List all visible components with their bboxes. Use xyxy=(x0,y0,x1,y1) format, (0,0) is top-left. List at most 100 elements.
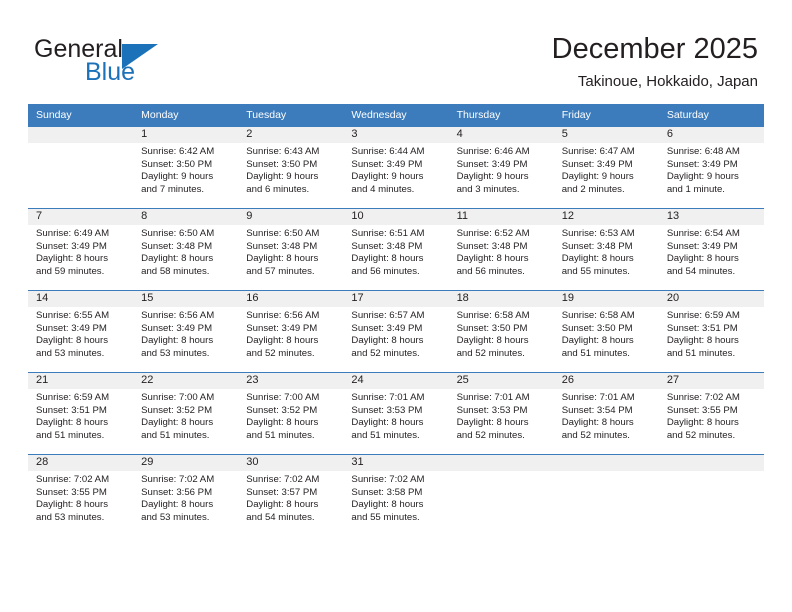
day-info-cell: Sunrise: 6:47 AM Sunset: 3:49 PM Daylight:… xyxy=(553,143,659,209)
daylight-text-line1: Daylight: 8 hours xyxy=(561,335,634,347)
day-number-cell[interactable]: 2 xyxy=(238,127,344,143)
day-number-cell[interactable]: 23 xyxy=(238,373,344,389)
day-number-cell[interactable]: 16 xyxy=(238,291,344,307)
sunrise-text: Sunrise: 6:49 AM xyxy=(36,228,110,239)
sunrise-text: Sunrise: 6:53 AM xyxy=(561,228,635,239)
day-number-cell[interactable]: 30 xyxy=(238,455,344,471)
sunset-text: Sunset: 3:50 PM xyxy=(456,322,528,334)
day-number-cell[interactable]: 26 xyxy=(553,373,659,389)
daylight-text-line2: and 52 minutes. xyxy=(456,429,525,441)
day-number-cell[interactable]: 27 xyxy=(658,373,764,389)
daylight-text-line1: Daylight: 8 hours xyxy=(351,499,424,511)
sunrise-text: Sunrise: 6:52 AM xyxy=(456,228,530,239)
sunset-text: Sunset: 3:51 PM xyxy=(36,404,107,416)
day-number-cell[interactable]: 10 xyxy=(343,209,449,225)
day-info-empty xyxy=(28,143,134,209)
day-number-cell[interactable]: 29 xyxy=(133,455,239,471)
daylight-text-line2: and 3 minutes. xyxy=(456,183,520,195)
daylight-text-line2: and 54 minutes. xyxy=(246,511,315,523)
day-info-cell: Sunrise: 7:00 AM Sunset: 3:52 PM Daylight:… xyxy=(133,389,239,455)
daylight-text-line1: Daylight: 8 hours xyxy=(456,417,529,429)
weekday-header-sunday: Sunday xyxy=(28,104,134,127)
daylight-text-line2: and 58 minutes. xyxy=(141,265,210,277)
sunset-text: Sunset: 3:54 PM xyxy=(561,404,633,416)
day-number-cell[interactable]: 8 xyxy=(133,209,239,225)
sunset-text: Sunset: 3:53 PM xyxy=(351,404,423,416)
day-info-cell: Sunrise: 6:51 AM Sunset: 3:48 PM Daylight:… xyxy=(343,225,449,291)
day-info-cell: Sunrise: 6:59 AM Sunset: 3:51 PM Daylight:… xyxy=(28,389,134,455)
sunrise-text: Sunrise: 6:58 AM xyxy=(456,310,530,321)
day-number-cell[interactable]: 28 xyxy=(28,455,134,471)
daylight-text-line2: and 51 minutes. xyxy=(246,429,315,441)
daylight-text-line1: Daylight: 8 hours xyxy=(666,253,739,265)
day-number-cell[interactable]: 13 xyxy=(658,209,764,225)
day-number-cell[interactable]: 18 xyxy=(448,291,554,307)
day-number-cell[interactable]: 25 xyxy=(448,373,554,389)
day-number-cell[interactable]: 12 xyxy=(553,209,659,225)
day-info-cell: Sunrise: 6:44 AM Sunset: 3:49 PM Daylight:… xyxy=(343,143,449,209)
daylight-text-line1: Daylight: 8 hours xyxy=(36,253,108,265)
daylight-text-line2: and 55 minutes. xyxy=(351,511,420,523)
day-info-cell: Sunrise: 6:46 AM Sunset: 3:49 PM Daylight:… xyxy=(448,143,554,209)
daylight-text-line2: and 56 minutes. xyxy=(351,265,420,277)
daylight-text-line2: and 54 minutes. xyxy=(666,265,736,277)
day-number-cell[interactable]: 9 xyxy=(238,209,344,225)
sunrise-text: Sunrise: 6:47 AM xyxy=(561,146,635,157)
sunrise-text: Sunrise: 6:42 AM xyxy=(141,146,215,157)
day-number-cell[interactable]: 31 xyxy=(343,455,449,471)
day-number-cell[interactable]: 19 xyxy=(553,291,659,307)
sunset-text: Sunset: 3:49 PM xyxy=(456,158,528,170)
day-number-cell[interactable]: 20 xyxy=(658,291,764,307)
daylight-text-line2: and 51 minutes. xyxy=(351,429,420,441)
daylight-text-line2: and 52 minutes. xyxy=(666,429,736,441)
day-info-row: Sunrise: 6:42 AM Sunset: 3:50 PM Daylight:… xyxy=(28,143,764,209)
day-number-cell[interactable]: 6 xyxy=(658,127,764,143)
daylight-text-line1: Daylight: 8 hours xyxy=(456,335,529,347)
weekday-header-friday: Friday xyxy=(553,104,659,127)
daylight-text-line1: Daylight: 8 hours xyxy=(36,499,108,511)
day-number-cell[interactable]: 21 xyxy=(28,373,134,389)
day-info-cell: Sunrise: 7:01 AM Sunset: 3:53 PM Daylight:… xyxy=(343,389,449,455)
sunrise-text: Sunrise: 6:56 AM xyxy=(246,310,320,321)
day-info-row: Sunrise: 6:55 AM Sunset: 3:49 PM Daylight:… xyxy=(28,307,764,373)
sunset-text: Sunset: 3:50 PM xyxy=(141,158,213,170)
sunset-text: Sunset: 3:57 PM xyxy=(246,486,318,498)
daylight-text-line1: Daylight: 9 hours xyxy=(141,171,214,183)
sunset-text: Sunset: 3:49 PM xyxy=(36,322,107,334)
daylight-text-line1: Daylight: 8 hours xyxy=(246,499,319,511)
sunset-text: Sunset: 3:49 PM xyxy=(36,240,107,252)
day-number-cell[interactable]: 7 xyxy=(28,209,134,225)
day-number-cell[interactable]: 14 xyxy=(28,291,134,307)
weekday-header-wednesday: Wednesday xyxy=(343,104,449,127)
day-info-cell: Sunrise: 6:58 AM Sunset: 3:50 PM Daylight:… xyxy=(553,307,659,373)
day-number-cell[interactable]: 1 xyxy=(133,127,239,143)
day-info-cell: Sunrise: 7:02 AM Sunset: 3:56 PM Daylight:… xyxy=(133,471,239,536)
day-info-row: Sunrise: 6:49 AM Sunset: 3:49 PM Daylight:… xyxy=(28,225,764,291)
calendar-page: General Blue December 2025 Takinoue, Hok… xyxy=(0,0,792,612)
sunset-text: Sunset: 3:49 PM xyxy=(351,158,423,170)
sunset-text: Sunset: 3:50 PM xyxy=(561,322,633,334)
day-number-empty xyxy=(553,455,659,471)
day-number-cell[interactable]: 4 xyxy=(448,127,554,143)
day-number-cell[interactable]: 5 xyxy=(553,127,659,143)
page-subtitle: Takinoue, Hokkaido, Japan xyxy=(577,73,758,90)
daylight-text-line1: Daylight: 8 hours xyxy=(36,417,108,429)
day-info-cell: Sunrise: 7:01 AM Sunset: 3:53 PM Daylight:… xyxy=(448,389,554,455)
sunrise-text: Sunrise: 7:02 AM xyxy=(141,474,215,485)
day-number-cell[interactable]: 17 xyxy=(343,291,449,307)
day-number-cell[interactable]: 22 xyxy=(133,373,239,389)
day-info-cell: Sunrise: 6:43 AM Sunset: 3:50 PM Daylight:… xyxy=(238,143,344,209)
sunset-text: Sunset: 3:48 PM xyxy=(561,240,633,252)
day-number-cell[interactable]: 3 xyxy=(343,127,449,143)
daylight-text-line1: Daylight: 8 hours xyxy=(666,335,739,347)
daylight-text-line2: and 59 minutes. xyxy=(36,265,105,277)
day-number-cell[interactable]: 11 xyxy=(448,209,554,225)
daylight-text-line2: and 53 minutes. xyxy=(141,347,210,359)
sunrise-text: Sunrise: 6:46 AM xyxy=(456,146,530,157)
day-info-cell: Sunrise: 6:52 AM Sunset: 3:48 PM Daylight:… xyxy=(448,225,554,291)
day-info-cell: Sunrise: 6:57 AM Sunset: 3:49 PM Daylight:… xyxy=(343,307,449,373)
day-number-cell[interactable]: 24 xyxy=(343,373,449,389)
daylight-text-line1: Daylight: 8 hours xyxy=(141,417,214,429)
day-number-row: 21 22 23 24 25 26 27 xyxy=(28,373,764,389)
day-number-cell[interactable]: 15 xyxy=(133,291,239,307)
